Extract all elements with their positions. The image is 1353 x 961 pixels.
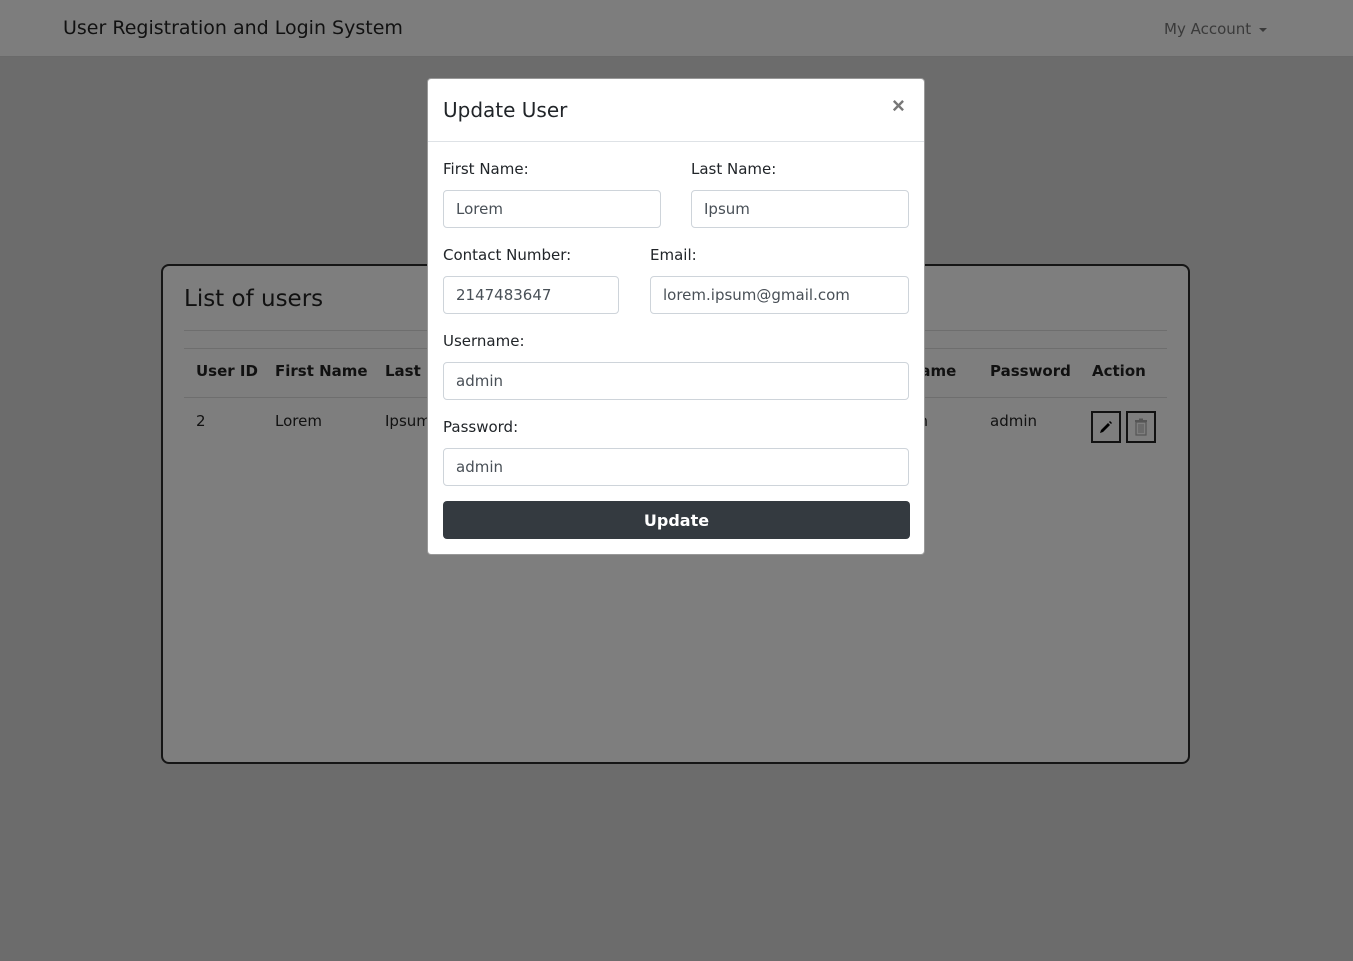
pencil-icon: [1100, 421, 1112, 433]
cell-password: admin: [990, 412, 1037, 430]
email-label: Email:: [650, 246, 697, 264]
col-action: Action: [1092, 362, 1146, 380]
contact-number-input[interactable]: [443, 276, 619, 314]
trash-icon: [1135, 418, 1147, 436]
caret-down-icon: [1259, 27, 1268, 32]
modal-title: Update User: [443, 98, 568, 122]
col-user-id: User ID: [196, 362, 258, 380]
my-account-dropdown[interactable]: My Account: [1164, 20, 1268, 38]
password-input[interactable]: [443, 448, 909, 486]
cell-last-name: Ipsum: [385, 412, 431, 430]
cell-user-id: 2: [196, 412, 206, 430]
last-name-label: Last Name:: [691, 160, 777, 178]
brand[interactable]: User Registration and Login System: [63, 17, 403, 39]
close-icon[interactable]: ×: [892, 93, 905, 119]
modal-header: Update User ×: [428, 79, 924, 142]
password-label: Password:: [443, 418, 519, 436]
last-name-input[interactable]: [691, 190, 909, 228]
username-label: Username:: [443, 332, 525, 350]
first-name-input[interactable]: [443, 190, 661, 228]
card-title: List of users: [184, 286, 324, 312]
col-first-name: First Name: [275, 362, 368, 380]
first-name-label: First Name:: [443, 160, 529, 178]
navbar: User Registration and Login System My Ac…: [0, 0, 1353, 57]
my-account-label: My Account: [1164, 20, 1252, 38]
username-input[interactable]: [443, 362, 909, 400]
col-password: Password: [990, 362, 1071, 380]
cell-first-name: Lorem: [275, 412, 322, 430]
update-user-modal: Update User × First Name: Last Name: Con…: [427, 78, 925, 555]
delete-button[interactable]: [1126, 411, 1156, 443]
edit-button[interactable]: [1091, 411, 1121, 443]
contact-number-label: Contact Number:: [443, 246, 572, 264]
email-input[interactable]: [650, 276, 909, 314]
update-button[interactable]: Update: [443, 501, 910, 539]
